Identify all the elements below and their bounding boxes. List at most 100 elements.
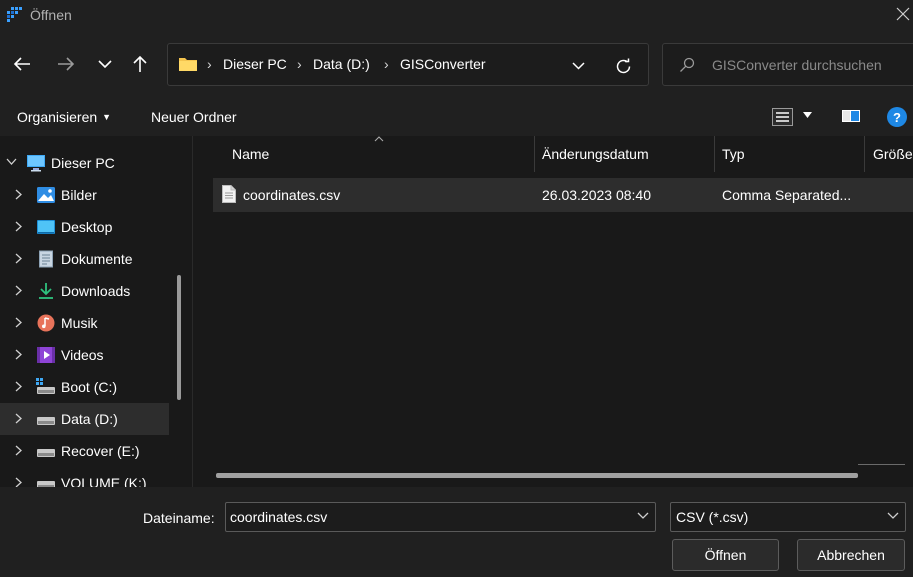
file-type: Comma Separated...	[722, 187, 852, 203]
chevron-right-icon	[15, 445, 22, 456]
search-placeholder: GISConverter durchsuchen	[712, 57, 882, 73]
nav-item-videos[interactable]: Videos	[0, 339, 169, 371]
help-icon[interactable]: ?	[887, 107, 907, 127]
column-header-size[interactable]: Größe	[865, 136, 913, 172]
breadcrumb-item[interactable]: Dieser PC	[223, 56, 287, 72]
chevron-right-icon	[15, 413, 22, 424]
nav-item-recover-e[interactable]: Recover (E:)	[0, 435, 169, 467]
caret-down-icon: ▼	[102, 112, 112, 122]
drive-icon	[37, 481, 55, 487]
nav-label: Desktop	[61, 219, 113, 235]
command-bar: Organisieren ▼ Neuer Ordner ?	[0, 98, 913, 136]
details-view-icon[interactable]	[772, 108, 793, 126]
download-icon	[39, 283, 53, 299]
back-button[interactable]	[8, 50, 36, 78]
chevron-right-icon	[15, 221, 22, 232]
address-row: › Dieser PC › Data (D:) › GISConverter G…	[0, 30, 913, 98]
chevron-right-icon	[15, 189, 22, 200]
system-drive-icon	[36, 378, 55, 394]
app-icon	[7, 7, 22, 22]
nav-label: Dokumente	[61, 251, 133, 267]
table-row[interactable]: coordinates.csv 26.03.2023 08:40 Comma S…	[213, 178, 913, 212]
chevron-down-icon[interactable]	[637, 512, 649, 520]
file-list: Name Änderungsdatum Typ Größe coordinate…	[193, 136, 913, 487]
search-icon	[680, 57, 695, 72]
nav-item-volume-k[interactable]: VOLUME (K:)	[0, 467, 169, 487]
chevron-down-icon	[98, 59, 112, 68]
refresh-icon	[616, 58, 630, 73]
file-type-select[interactable]: CSV (*.csv)	[670, 502, 906, 532]
nav-label: Boot (C:)	[61, 379, 118, 395]
chevron-right-icon	[15, 253, 22, 264]
chevron-right-icon	[15, 285, 22, 296]
computer-icon	[27, 155, 45, 172]
nav-item-data-d[interactable]: Data (D:)	[0, 403, 169, 435]
breadcrumb-separator: ›	[297, 56, 302, 72]
cancel-button[interactable]: Abbrechen	[797, 539, 905, 571]
breadcrumb-item[interactable]: Data (D:)	[313, 56, 370, 72]
pictures-icon	[37, 187, 55, 203]
folder-icon	[179, 58, 197, 71]
organize-label: Organisieren	[17, 109, 98, 125]
videos-icon	[37, 347, 55, 363]
recent-locations-button[interactable]	[91, 50, 119, 78]
chevron-right-icon	[15, 349, 22, 360]
nav-label: Musik	[61, 315, 98, 331]
file-modified: 26.03.2023 08:40	[542, 187, 651, 203]
column-header-label: Änderungsdatum	[542, 146, 649, 162]
nav-item-documents[interactable]: Dokumente	[0, 243, 169, 275]
drive-icon	[37, 449, 55, 457]
nav-label: Data (D:)	[61, 411, 118, 427]
address-history-button[interactable]	[566, 54, 590, 78]
music-icon	[37, 314, 55, 332]
column-header-type[interactable]: Typ	[715, 136, 865, 172]
file-name: coordinates.csv	[243, 187, 341, 203]
nav-label: Videos	[61, 347, 104, 363]
refresh-button[interactable]	[611, 54, 635, 78]
breadcrumb-separator: ›	[384, 56, 389, 72]
column-header-name[interactable]: Name	[213, 136, 535, 172]
horizontal-scrollbar-thumb[interactable]	[216, 473, 858, 478]
scrollbar-track-end	[858, 464, 905, 465]
nav-item-boot-c[interactable]: Boot (C:)	[0, 371, 169, 403]
nav-item-this-pc[interactable]: Dieser PC	[0, 147, 169, 179]
desktop-icon	[37, 220, 55, 234]
preview-pane-icon[interactable]	[841, 107, 861, 125]
organize-menu[interactable]: Organisieren ▼	[17, 109, 111, 125]
dialog-footer: Dateiname: coordinates.csv CSV (*.csv) Ö…	[0, 487, 913, 577]
file-type-value: CSV (*.csv)	[676, 509, 749, 525]
nav-label: Recover (E:)	[61, 443, 140, 459]
nav-item-pictures[interactable]: Bilder	[0, 179, 169, 211]
nav-item-desktop[interactable]: Desktop	[0, 211, 169, 243]
column-header-label: Größe	[873, 146, 913, 162]
filename-label: Dateiname:	[143, 510, 215, 526]
search-input[interactable]: GISConverter durchsuchen	[662, 43, 913, 86]
chevron-down-icon	[571, 62, 585, 70]
nav-label: Downloads	[61, 283, 131, 299]
column-header-label: Name	[232, 146, 270, 162]
breadcrumb-item[interactable]: GISConverter	[400, 56, 486, 72]
navigation-pane: Dieser PC Bilder Desktop Dokumente Downl…	[0, 136, 193, 487]
nav-scrollbar-thumb[interactable]	[177, 275, 181, 400]
nav-item-downloads[interactable]: Downloads	[0, 275, 169, 307]
close-button[interactable]	[893, 3, 913, 25]
view-options-caret-icon[interactable]	[803, 112, 812, 118]
forward-button[interactable]	[52, 50, 80, 78]
breadcrumb-separator: ›	[207, 56, 212, 72]
column-header-label: Typ	[722, 146, 745, 162]
documents-icon	[39, 250, 53, 268]
title-bar: Öffnen	[0, 0, 913, 30]
window-title: Öffnen	[30, 7, 72, 23]
nav-label: Dieser PC	[51, 155, 115, 171]
nav-item-music[interactable]: Musik	[0, 307, 169, 339]
chevron-expanded-icon	[6, 158, 17, 165]
filename-input[interactable]: coordinates.csv	[225, 502, 656, 532]
address-bar[interactable]: › Dieser PC › Data (D:) › GISConverter	[167, 43, 649, 86]
up-button[interactable]	[126, 50, 154, 78]
column-header-modified[interactable]: Änderungsdatum	[535, 136, 715, 172]
arrow-right-icon	[58, 57, 75, 71]
close-icon	[896, 7, 910, 21]
open-button[interactable]: Öffnen	[672, 539, 779, 571]
new-folder-button[interactable]: Neuer Ordner	[151, 109, 237, 125]
chevron-down-icon	[887, 512, 899, 519]
